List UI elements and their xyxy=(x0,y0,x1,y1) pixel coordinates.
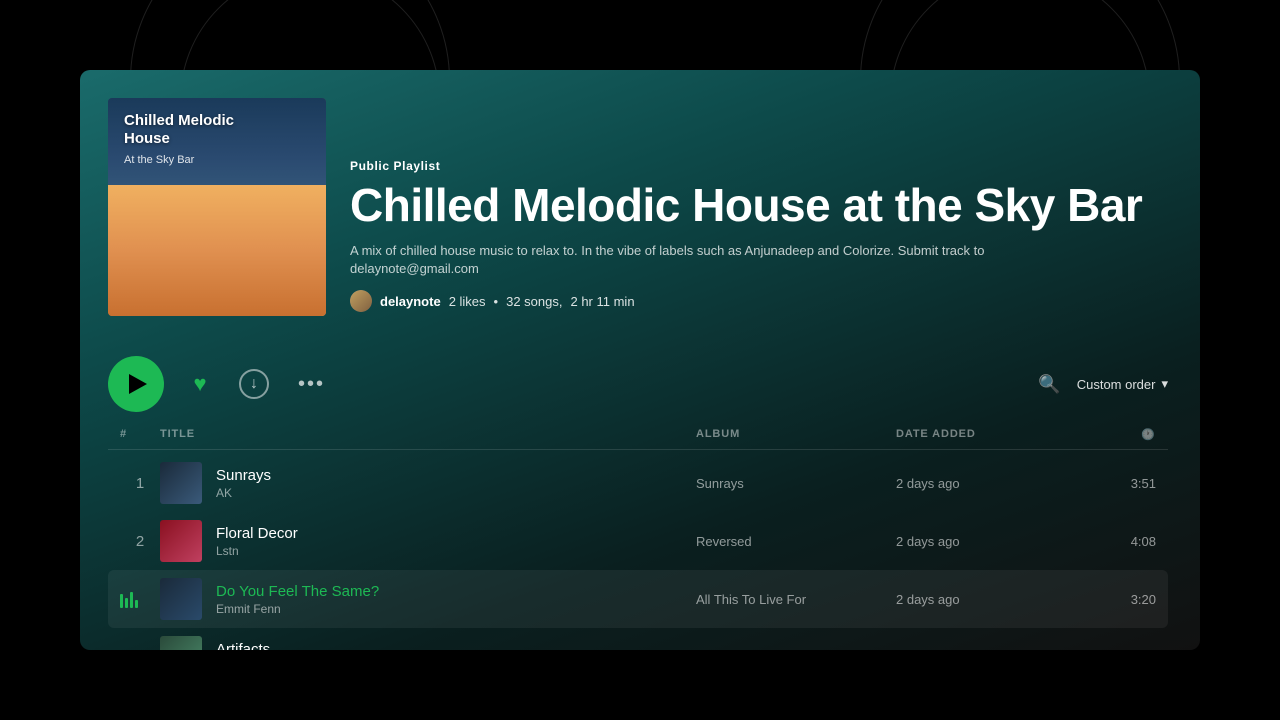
track-artist: AK xyxy=(216,486,271,500)
playlist-type-label: Public Playlist xyxy=(350,159,1168,173)
heart-icon: ♥ xyxy=(193,371,206,397)
playlist-title: Chilled Melodic House at the Sky Bar xyxy=(350,181,1168,229)
track-num-cell: 1 xyxy=(120,475,160,492)
track-name: Do You Feel The Same? xyxy=(216,583,379,600)
track-date-cell: 2 days ago xyxy=(896,650,1076,651)
search-button[interactable]: 🔍 xyxy=(1038,374,1060,395)
owner-avatar xyxy=(350,290,372,312)
track-num-cell: 2 xyxy=(120,533,160,550)
album-art-subtitle: At the Sky Bar xyxy=(124,154,234,166)
duration: 2 hr 11 min xyxy=(570,294,634,309)
track-thumbnail xyxy=(160,578,202,620)
track-thumbnail xyxy=(160,520,202,562)
tracks-list: 1 Sunrays AK Sunrays 2 days ago 3:51 2 F… xyxy=(108,454,1168,650)
sort-label: Custom order xyxy=(1077,377,1156,392)
track-table: # Title Album Date added 🕐 1 Sunrays AK … xyxy=(80,428,1200,650)
more-icon: ••• xyxy=(298,373,325,395)
track-num-cell xyxy=(120,590,160,608)
playing-icon xyxy=(120,590,160,608)
like-button[interactable]: ♥ xyxy=(182,366,218,402)
playlist-meta: delaynote 2 likes • 32 songs, 2 hr 11 mi… xyxy=(350,290,1168,312)
track-thumbnail xyxy=(160,636,202,650)
album-art-text: Chilled MelodicHouse At the Sky Bar xyxy=(124,112,234,166)
track-duration-cell: 4:04 xyxy=(1076,650,1156,651)
track-number: 1 xyxy=(136,475,144,492)
main-card: Chilled MelodicHouse At the Sky Bar Publ… xyxy=(80,70,1200,650)
track-text: Sunrays AK xyxy=(216,467,271,500)
play-button[interactable] xyxy=(108,356,164,412)
search-icon: 🔍 xyxy=(1038,374,1060,394)
track-album-cell: Definition xyxy=(696,650,896,651)
controls-bar: ♥ ↓ ••• 🔍 Custom order ▾ xyxy=(80,340,1200,428)
track-duration-cell: 3:51 xyxy=(1076,476,1156,491)
track-date-cell: 2 days ago xyxy=(896,534,1076,549)
col-header-date: Date added xyxy=(896,428,1076,441)
track-duration-cell: 3:20 xyxy=(1076,592,1156,607)
col-header-number: # xyxy=(120,428,160,441)
track-text: Floral Decor Lstn xyxy=(216,525,298,558)
likes-count: 2 likes xyxy=(449,294,486,309)
track-artist: Emmit Fenn xyxy=(216,602,379,616)
playlist-description: A mix of chilled house music to relax to… xyxy=(350,242,1070,278)
track-info-cell: Floral Decor Lstn xyxy=(160,520,696,562)
track-album-cell: All This To Live For xyxy=(696,592,896,607)
track-number: 2 xyxy=(136,533,144,550)
chevron-down-icon: ▾ xyxy=(1161,376,1168,392)
track-album-cell: Sunrays xyxy=(696,476,896,491)
album-art-title: Chilled MelodicHouse xyxy=(124,112,234,148)
header-section: Chilled MelodicHouse At the Sky Bar Publ… xyxy=(80,70,1200,340)
download-icon: ↓ xyxy=(250,375,258,393)
album-art: Chilled MelodicHouse At the Sky Bar xyxy=(108,98,326,316)
track-info-cell: Artifacts Rezident xyxy=(160,636,696,650)
more-options-button[interactable]: ••• xyxy=(290,369,333,400)
owner-name[interactable]: delaynote xyxy=(380,294,441,309)
track-number: 4 xyxy=(136,649,144,651)
col-header-duration: 🕐 xyxy=(1076,428,1156,441)
track-num-cell: 4 xyxy=(120,649,160,651)
track-name: Sunrays xyxy=(216,467,271,484)
album-art-clouds xyxy=(108,185,326,316)
sort-order-button[interactable]: Custom order ▾ xyxy=(1077,376,1168,392)
track-thumbnail xyxy=(160,462,202,504)
col-header-title: Title xyxy=(160,428,696,441)
controls-right: 🔍 Custom order ▾ xyxy=(1038,374,1168,395)
header-info: Public Playlist Chilled Melodic House at… xyxy=(350,159,1168,316)
track-album-cell: Reversed xyxy=(696,534,896,549)
track-text: Artifacts Rezident xyxy=(216,641,270,651)
download-circle: ↓ xyxy=(239,369,269,399)
col-header-album: Album xyxy=(696,428,896,441)
track-name: Floral Decor xyxy=(216,525,298,542)
play-icon xyxy=(129,374,147,394)
table-row[interactable]: 4 Artifacts Rezident Definition 2 days a… xyxy=(108,628,1168,650)
track-date-cell: 2 days ago xyxy=(896,592,1076,607)
track-date-cell: 2 days ago xyxy=(896,476,1076,491)
separator: • xyxy=(494,294,499,309)
track-artist: Lstn xyxy=(216,544,298,558)
track-duration-cell: 4:08 xyxy=(1076,534,1156,549)
songs-count: 32 songs, xyxy=(506,294,562,309)
track-name: Artifacts xyxy=(216,641,270,651)
clock-icon: 🕐 xyxy=(1141,429,1156,441)
table-row[interactable]: 1 Sunrays AK Sunrays 2 days ago 3:51 xyxy=(108,454,1168,512)
track-text: Do You Feel The Same? Emmit Fenn xyxy=(216,583,379,616)
table-row[interactable]: 2 Floral Decor Lstn Reversed 2 days ago … xyxy=(108,512,1168,570)
download-button[interactable]: ↓ xyxy=(236,366,272,402)
table-row[interactable]: Do You Feel The Same? Emmit Fenn All Thi… xyxy=(108,570,1168,628)
track-info-cell: Do You Feel The Same? Emmit Fenn xyxy=(160,578,696,620)
track-info-cell: Sunrays AK xyxy=(160,462,696,504)
table-header: # Title Album Date added 🕐 xyxy=(108,428,1168,450)
